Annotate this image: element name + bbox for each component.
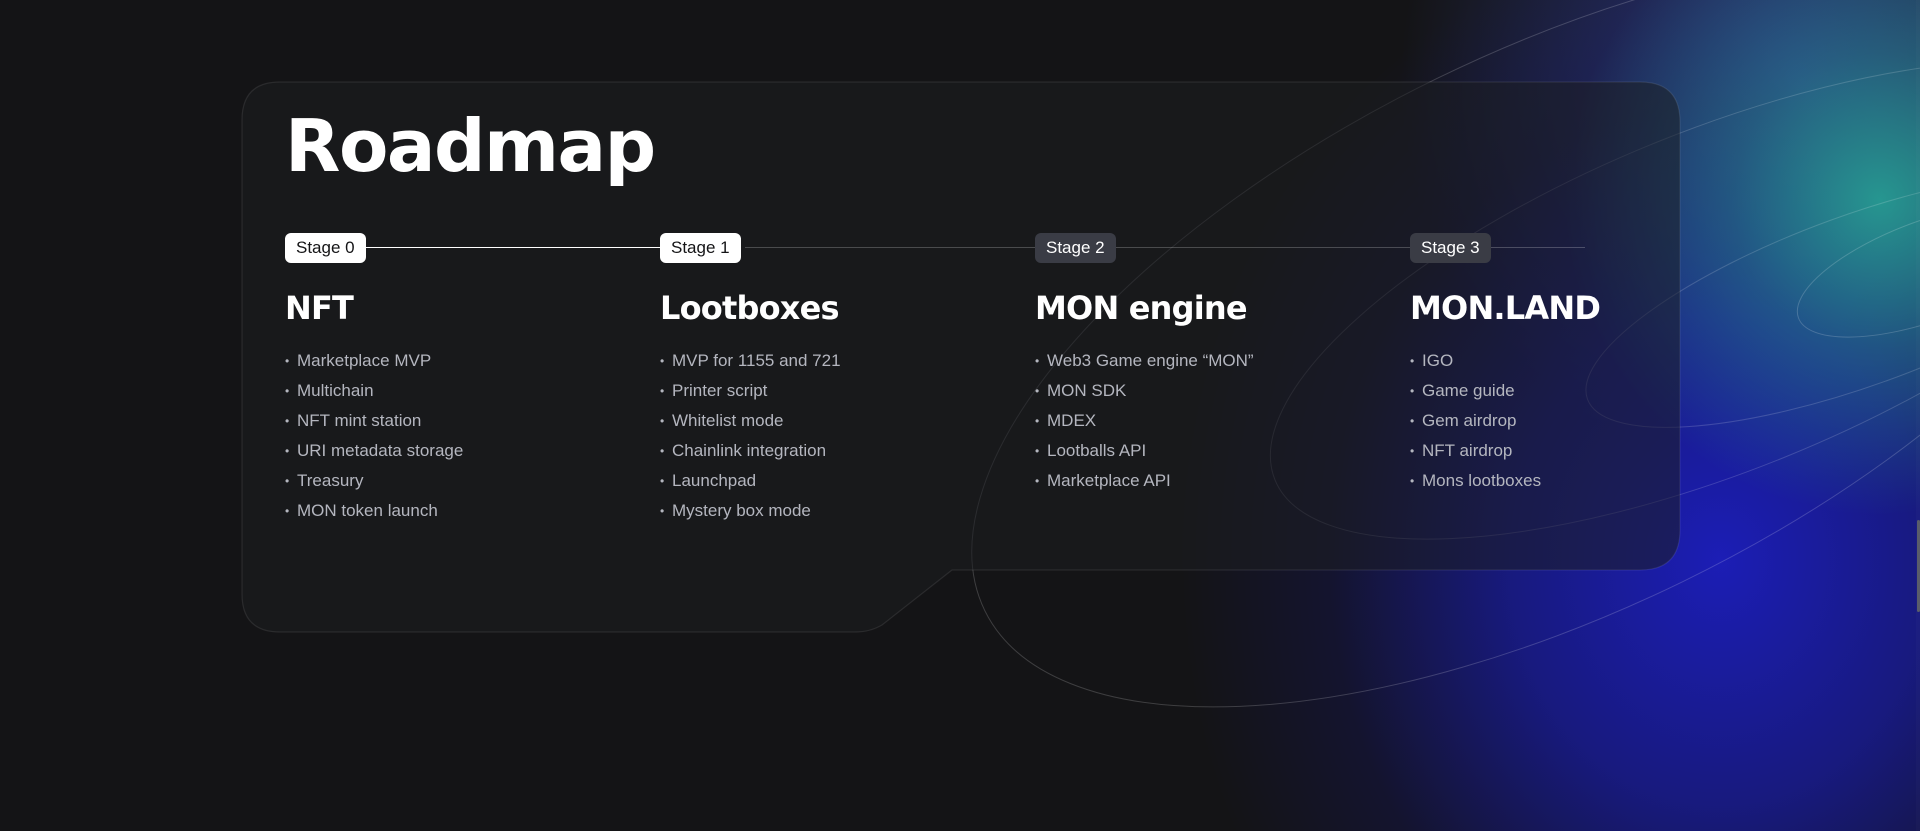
list-item: URI metadata storage [285, 436, 645, 466]
stage-badge: Stage 2 [1035, 233, 1116, 263]
list-item: Web3 Game engine “MON” [1035, 346, 1395, 376]
stage-items: MVP for 1155 and 721 Printer script Whit… [660, 346, 1020, 526]
list-item: IGO [1410, 346, 1770, 376]
stage-title: MON engine [1035, 289, 1248, 327]
stage-items: Marketplace MVP Multichain NFT mint stat… [285, 346, 645, 526]
stage-title: Lootboxes [660, 289, 840, 327]
list-item: MON token launch [285, 496, 645, 526]
stage-badge: Stage 3 [1410, 233, 1491, 263]
scrollbar[interactable] [1916, 0, 1920, 831]
list-item: Launchpad [660, 466, 1020, 496]
list-item: Mystery box mode [660, 496, 1020, 526]
list-item: NFT airdrop [1410, 436, 1770, 466]
list-item: Printer script [660, 376, 1020, 406]
list-item: Game guide [1410, 376, 1770, 406]
stage-column-1: Stage 1 Lootboxes MVP for 1155 and 721 P… [660, 233, 1020, 526]
list-item: Marketplace MVP [285, 346, 645, 376]
list-item: Mons lootboxes [1410, 466, 1770, 496]
page-title: Roadmap [285, 104, 656, 188]
list-item: Gem airdrop [1410, 406, 1770, 436]
stage-items: Web3 Game engine “MON” MON SDK MDEX Loot… [1035, 346, 1395, 496]
stage-items: IGO Game guide Gem airdrop NFT airdrop M… [1410, 346, 1770, 496]
stage-column-3: Stage 3 MON.LAND IGO Game guide Gem aird… [1410, 233, 1770, 496]
list-item: NFT mint station [285, 406, 645, 436]
list-item: Whitelist mode [660, 406, 1020, 436]
list-item: MVP for 1155 and 721 [660, 346, 1020, 376]
list-item: MDEX [1035, 406, 1395, 436]
list-item: Multichain [285, 376, 645, 406]
stage-title: MON.LAND [1410, 289, 1601, 327]
list-item: Marketplace API [1035, 466, 1395, 496]
stage-title: NFT [285, 289, 354, 327]
stage-column-2: Stage 2 MON engine Web3 Game engine “MON… [1035, 233, 1395, 496]
list-item: MON SDK [1035, 376, 1395, 406]
stage-badge: Stage 1 [660, 233, 741, 263]
list-item: Lootballs API [1035, 436, 1395, 466]
stage-badge: Stage 0 [285, 233, 366, 263]
roadmap-page: Roadmap Stage 0 NFT Marketplace MVP Mult… [0, 0, 1920, 831]
list-item: Treasury [285, 466, 645, 496]
list-item: Chainlink integration [660, 436, 1020, 466]
stage-column-0: Stage 0 NFT Marketplace MVP Multichain N… [285, 233, 645, 526]
